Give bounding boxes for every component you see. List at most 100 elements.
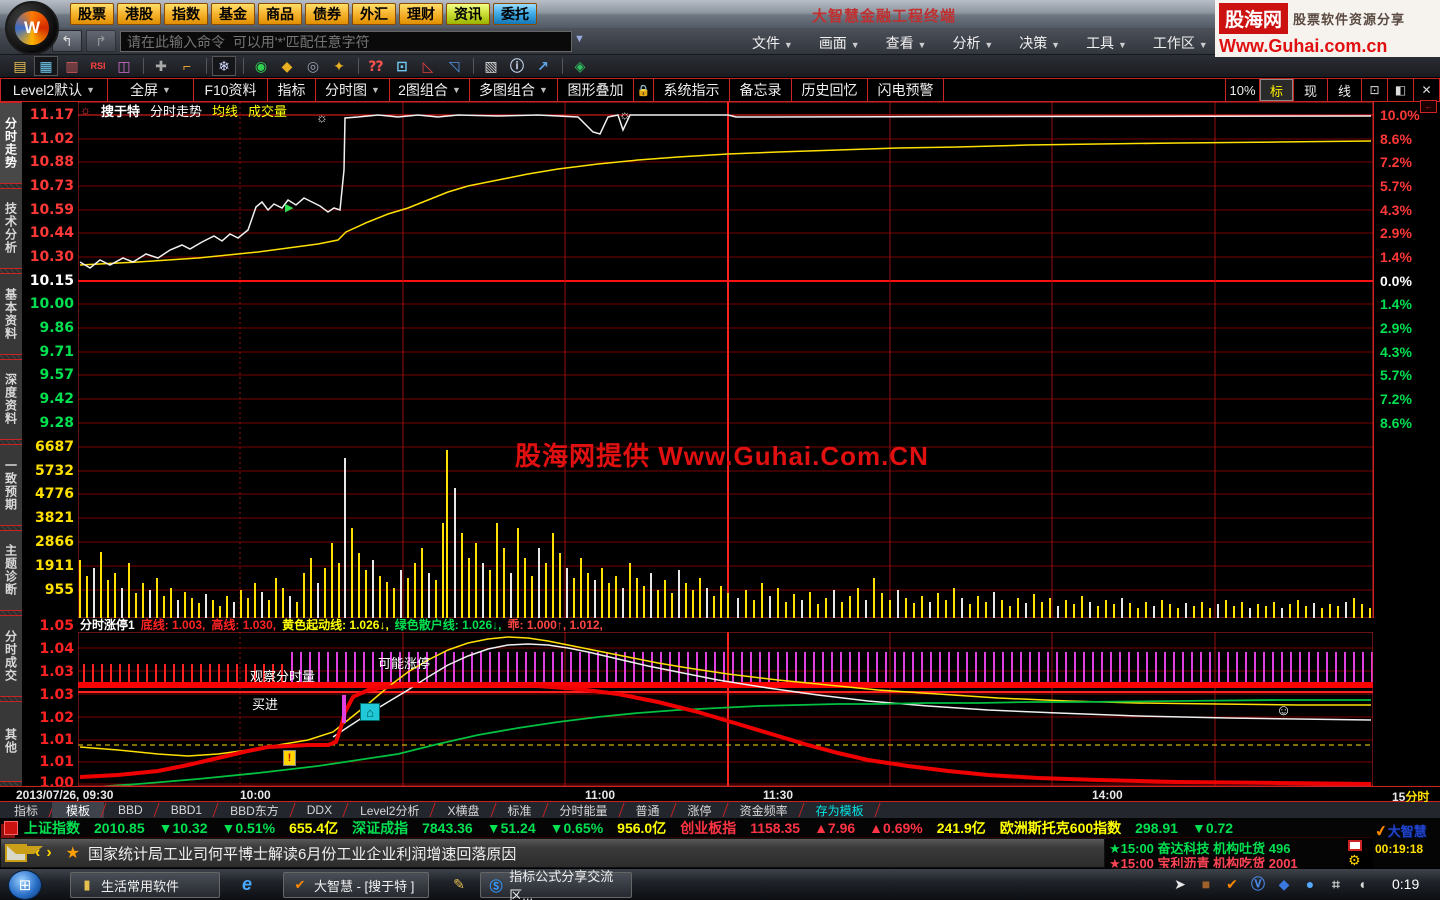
market-tab-3[interactable]: 基金 (211, 3, 255, 25)
taskbar-button-0[interactable]: ▮生活常用软件 (70, 872, 220, 898)
chart-panel-icon[interactable]: ▦ (34, 56, 58, 76)
indicator-tab-DDX[interactable]: DDX (293, 802, 346, 818)
view-tab-Level2默认[interactable]: Level2默认 ▼ (0, 78, 108, 102)
taskbar-button-2[interactable]: Ⓢ指标公式分享交流区... (480, 872, 632, 898)
view-tab-指标[interactable]: 指标 (268, 78, 316, 102)
view-tab-分时图[interactable]: 分时图 ▼ (316, 78, 390, 102)
dzh-tray-icon[interactable]: ✔ (1222, 874, 1242, 894)
market-tab-4[interactable]: 商品 (258, 3, 302, 25)
close-window-button[interactable]: ✕ (1414, 78, 1440, 102)
candle-chart-icon[interactable]: ◫ (112, 56, 136, 76)
view-tab-历史回忆[interactable]: 历史回忆 (792, 78, 868, 102)
speaker-icon[interactable]: ◖ (1352, 874, 1372, 894)
command-dropdown-icon[interactable]: ▼ (574, 33, 585, 45)
menu-决策[interactable]: 决策 ▼ (1019, 33, 1060, 53)
indicator-tab-普通[interactable]: 普通 (622, 802, 674, 818)
network-icon[interactable]: ⌗ (1326, 874, 1346, 894)
indicator-tab-BBD1[interactable]: BBD1 (157, 802, 216, 818)
sidebar-item-深度资料[interactable]: 深度资料 (0, 359, 22, 441)
indicator-tab-BBD[interactable]: BBD (104, 802, 157, 818)
lock-icon[interactable]: 🔒 (634, 78, 654, 102)
indicator-tab-BBD东方[interactable]: BBD东方 (216, 802, 293, 818)
view-tab-F10资料[interactable]: F10资料 (194, 78, 268, 102)
axis-corner-icon[interactable]: ← (1420, 100, 1437, 113)
ie-icon[interactable]: e (237, 874, 257, 894)
alert-grid-icon[interactable] (1348, 840, 1362, 851)
market-tab-8[interactable]: 资讯 (446, 3, 490, 25)
drop-icon[interactable]: ● (1300, 874, 1320, 894)
rsi-indicator-icon[interactable]: RSI (86, 56, 110, 76)
ruler-icon[interactable]: ⌐ (175, 56, 199, 76)
set-square2-icon[interactable]: ◹ (442, 56, 466, 76)
view-tab-2图组合[interactable]: 2图组合 ▼ (390, 78, 470, 102)
move-tool-icon[interactable]: ✚ (149, 56, 173, 76)
traffic-light-icon[interactable]: ◉ (249, 56, 273, 76)
trend-up-icon[interactable]: ↗ (531, 56, 555, 76)
sidebar-item-基本资料[interactable]: 基本资料 (0, 273, 22, 355)
indicator-tab-资金频率[interactable]: 资金频率 (726, 802, 802, 818)
view-tab-图形叠加[interactable]: 图形叠加 (558, 78, 634, 102)
menu-画面[interactable]: 画面 ▼ (819, 33, 860, 53)
info-icon[interactable]: ⓘ (505, 56, 529, 76)
menu-查看[interactable]: 查看 ▼ (886, 33, 927, 53)
sidebar-item-一致预期[interactable]: 一致预期 (0, 444, 22, 526)
market-tab-2[interactable]: 指数 (164, 3, 208, 25)
bell-icon[interactable]: ✦ (327, 56, 351, 76)
view-tab-全屏[interactable]: 全屏 ▼ (108, 78, 194, 102)
bar-chart-icon[interactable]: ▥ (60, 56, 84, 76)
snowflake-icon[interactable]: ❄ (212, 56, 236, 76)
alert-gear-icon[interactable]: ⚙ (1348, 852, 1370, 869)
market-tab-6[interactable]: 外汇 (352, 3, 396, 25)
news-next-icon[interactable]: › (46, 844, 51, 862)
sidebar-item-分时成交[interactable]: 分时成交 (0, 615, 22, 697)
indicator-tab-指标[interactable]: 指标 (0, 802, 52, 818)
binoculars-icon[interactable]: ◎ (301, 56, 325, 76)
zoom-level-button[interactable]: 10% (1226, 78, 1260, 102)
help-diamond-icon[interactable]: ◈ (568, 56, 592, 76)
indicator-tab-X横盘[interactable]: X横盘 (433, 802, 493, 818)
market-tab-0[interactable]: 股票 (70, 3, 114, 25)
menu-文件[interactable]: 文件 ▼ (752, 33, 793, 53)
indicator-tab-涨停[interactable]: 涨停 (674, 802, 726, 818)
restore-window-button[interactable]: ⊡ (1362, 78, 1388, 102)
open-folder-icon[interactable]: ▤ (8, 56, 32, 76)
start-button[interactable]: ⊞ (8, 870, 42, 900)
sidebar-item-其他[interactable]: 其他 (0, 701, 22, 783)
report-icon[interactable]: ▧ (479, 56, 503, 76)
menu-工作区[interactable]: 工作区 ▼ (1153, 33, 1208, 53)
indicator-tab-存为模板[interactable]: 存为模板 (802, 802, 878, 818)
menu-工具[interactable]: 工具 ▼ (1086, 33, 1127, 53)
view-tab-多图组合[interactable]: 多图组合 ▼ (470, 78, 558, 102)
warning-icon[interactable]: ◆ (275, 56, 299, 76)
monitor-icon[interactable]: ⊡ (390, 56, 414, 76)
dock-window-button[interactable]: ◧ (1388, 78, 1414, 102)
indicator-tab-模板[interactable]: 模板 (52, 802, 104, 818)
chart-question-icon[interactable]: ⁇ (364, 56, 388, 76)
view-tab-备忘录[interactable]: 备忘录 (730, 78, 792, 102)
indicator-tab-分时能量[interactable]: 分时能量 (546, 802, 622, 818)
sidebar-item-分时走势[interactable]: 分时走势 (0, 102, 22, 184)
market-tab-5[interactable]: 债券 (305, 3, 349, 25)
view-tab-闪电预警[interactable]: 闪电预警 (868, 78, 944, 102)
forward-button[interactable]: ↱ (86, 30, 116, 52)
command-input[interactable] (120, 31, 572, 52)
sidebar-item-主题诊断[interactable]: 主题诊断 (0, 530, 22, 612)
market-tab-7[interactable]: 理财 (399, 3, 443, 25)
news-ticker[interactable]: ‹ › ★ 国家统计局工业司何平博士解读6月份工业企业利润增速回落原因 (0, 838, 1105, 868)
market-tab-1[interactable]: 港股 (117, 3, 161, 25)
set-square-icon[interactable]: ◺ (416, 56, 440, 76)
indicator-tab-标准[interactable]: 标准 (494, 802, 546, 818)
chart-mode-线[interactable]: 线 (1328, 78, 1362, 102)
paintbrush-icon[interactable]: ✎ (449, 874, 469, 894)
intraday-chart[interactable] (78, 102, 1373, 618)
pointer-icon[interactable]: ➤ (1170, 874, 1190, 894)
menu-分析[interactable]: 分析 ▼ (952, 33, 993, 53)
shield-icon[interactable]: ◆ (1274, 874, 1294, 894)
sidebar-item-技术分析[interactable]: 技术分析 (0, 188, 22, 270)
chart-mode-标[interactable]: 标 (1260, 78, 1294, 102)
bear-app-icon[interactable]: ■ (1196, 874, 1216, 894)
taskbar-button-1[interactable]: ✔大智慧 - [搜于特 ] (283, 872, 429, 898)
indicator-tab-Level2分析[interactable]: Level2分析 (346, 802, 433, 818)
v-app-icon[interactable]: Ⓥ (1248, 874, 1268, 894)
market-tab-9[interactable]: 委托 (493, 3, 537, 25)
